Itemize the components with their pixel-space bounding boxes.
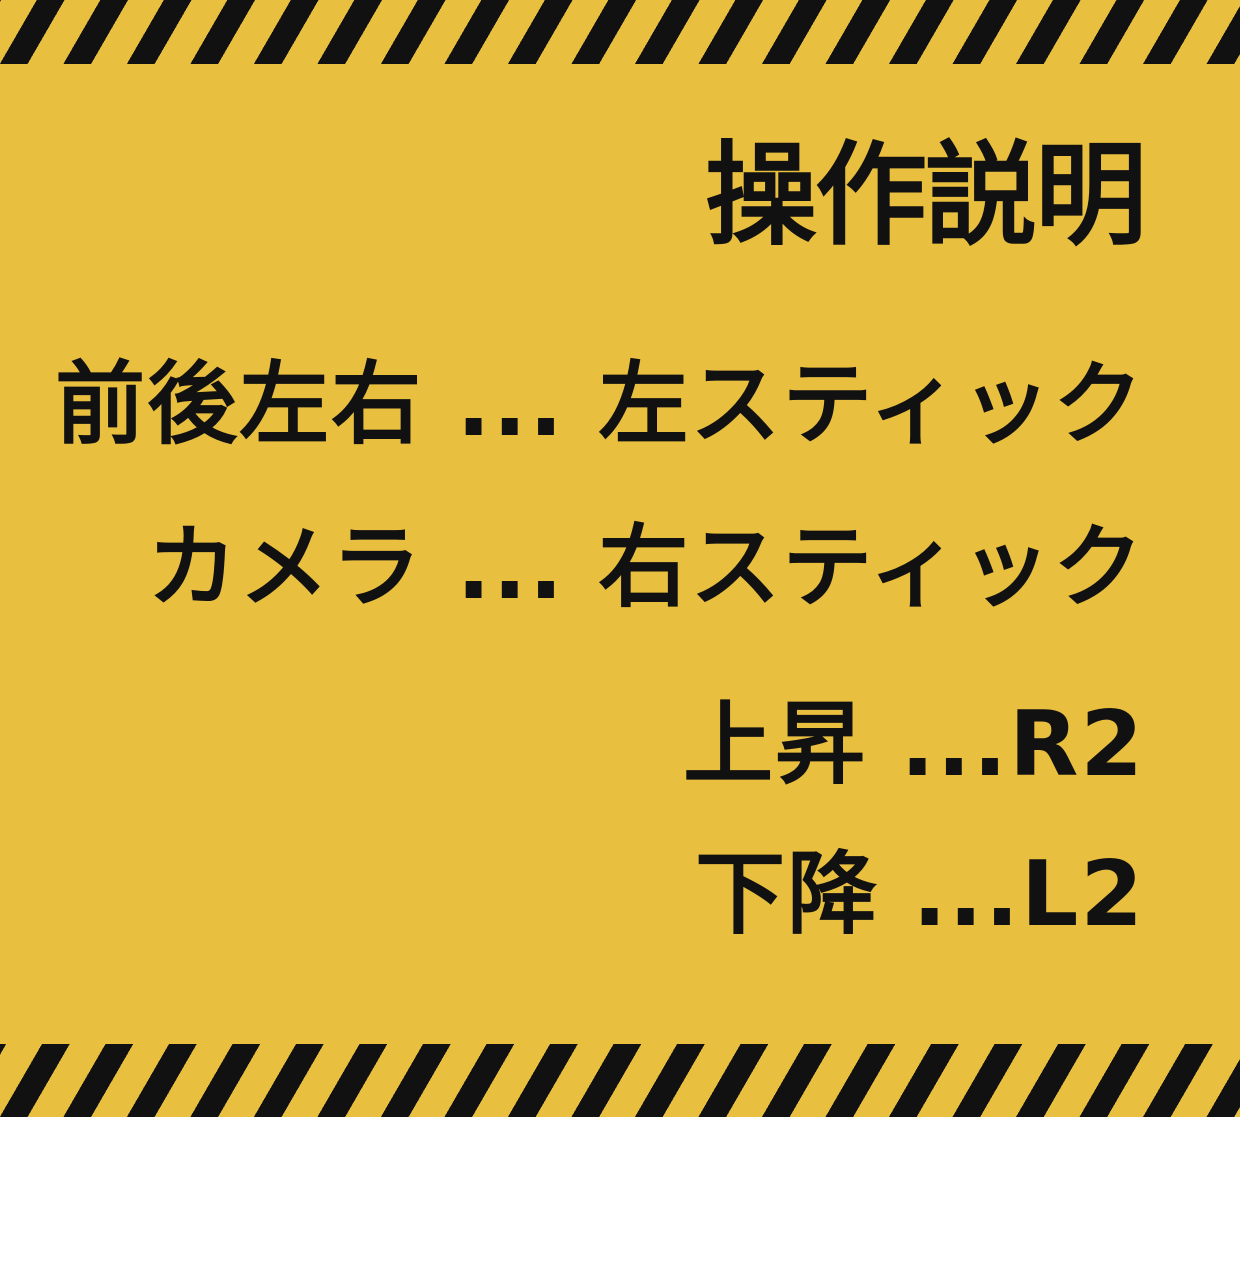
instructions-panel: 操作説明 前後左右 ... 左スティック カメラ ... 右スティック 上昇 .…	[0, 0, 1240, 1117]
hazard-stripe-bottom	[0, 1044, 1240, 1117]
control-descend: 下降 ...L2	[695, 842, 1145, 947]
control-ascend: 上昇 ...R2	[683, 692, 1145, 797]
control-move: 前後左右 ... 左スティック	[55, 352, 1145, 457]
instructions-text: 操作説明 前後左右 ... 左スティック カメラ ... 右スティック 上昇 .…	[5, 0, 1147, 1117]
control-camera: カメラ ... 右スティック	[147, 515, 1145, 620]
instructions-title: 操作説明	[705, 131, 1147, 261]
